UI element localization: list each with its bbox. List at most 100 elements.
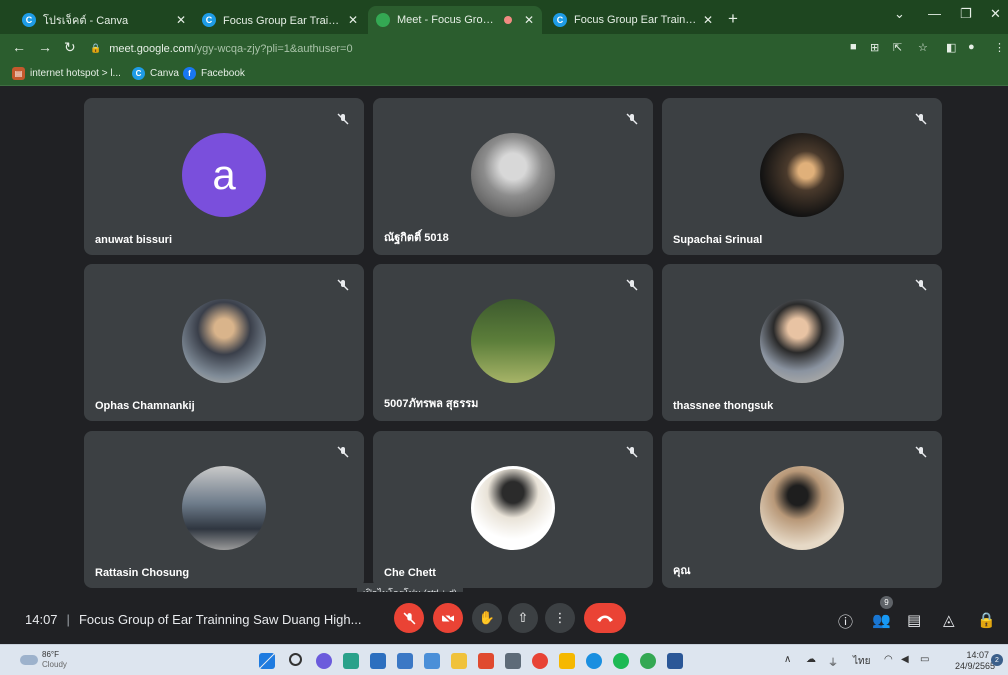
meet-stage: a anuwat bissuri ณัฐกิตติ์ 5018 Supachai… bbox=[0, 86, 1008, 631]
bookmark-hotspot[interactable]: ▤ internet hotspot > l... bbox=[12, 67, 121, 80]
office-icon[interactable] bbox=[478, 653, 494, 669]
activities-icon[interactable]: ◬ bbox=[943, 611, 955, 629]
host-controls-icon[interactable]: 🔒 bbox=[977, 611, 996, 629]
bookmarks-bar: ▤ internet hotspot > l... C Canva f Face… bbox=[0, 62, 1008, 86]
leave-call-button[interactable] bbox=[584, 603, 626, 633]
avatar-photo bbox=[471, 466, 555, 550]
url-field[interactable]: 🔒 meet.google.com /ygy-wcqa-zjy?pli=1&au… bbox=[90, 40, 830, 57]
back-button[interactable]: ← bbox=[12, 39, 26, 55]
tab-ear-training-doc[interactable]: C Focus Group Ear Trainning - งานน้ ✕ bbox=[194, 6, 366, 34]
tab-title: Meet - Focus Group of Ear T bbox=[397, 14, 498, 26]
participant-tile[interactable]: ณัฐกิตติ์ 5018 bbox=[373, 98, 653, 255]
kebab-icon: ⋮ bbox=[553, 610, 567, 625]
reload-button[interactable]: ↻ bbox=[64, 39, 76, 56]
participant-tile[interactable]: a anuwat bissuri bbox=[84, 98, 364, 255]
participant-tile[interactable]: Rattasin Chosung bbox=[84, 431, 364, 588]
participant-name: Supachai Srinual bbox=[673, 234, 763, 246]
tab-canva[interactable]: C โปรเจ็คต์ - Canva ✕ bbox=[14, 6, 194, 34]
widgets-icon[interactable] bbox=[343, 653, 359, 669]
camera-off-icon bbox=[441, 612, 454, 624]
hotspot-icon: ▤ bbox=[12, 67, 25, 80]
address-bar: ← → ↻ 🔒 meet.google.com /ygy-wcqa-zjy?pl… bbox=[0, 34, 1008, 62]
store-icon[interactable] bbox=[370, 653, 386, 669]
close-icon[interactable]: ✕ bbox=[176, 13, 186, 27]
wifi-icon[interactable]: ◠ bbox=[884, 654, 893, 665]
close-window-button[interactable]: ✕ bbox=[990, 6, 1001, 22]
close-icon[interactable]: ✕ bbox=[348, 13, 358, 27]
notification-badge[interactable]: 2 bbox=[991, 654, 1003, 666]
meet-icon bbox=[376, 13, 390, 27]
photos-icon[interactable] bbox=[424, 653, 440, 669]
chrome-profile-icon[interactable] bbox=[640, 653, 656, 669]
raise-hand-button[interactable]: ✋ bbox=[472, 603, 502, 633]
participant-tile[interactable]: Che Chett bbox=[373, 431, 653, 588]
menu-kebab-icon[interactable]: ⋮ bbox=[994, 41, 1005, 54]
translate-icon[interactable]: ⊞ bbox=[870, 41, 879, 54]
avatar-photo bbox=[760, 133, 844, 217]
participant-tile[interactable]: คุณ bbox=[662, 431, 942, 588]
weather-widget[interactable]: 86°F Cloudy bbox=[20, 650, 67, 670]
meeting-details-icon[interactable]: ⓘ bbox=[838, 611, 853, 632]
edge-icon[interactable] bbox=[586, 653, 602, 669]
bookmark-canva[interactable]: C Canva bbox=[132, 67, 179, 80]
tab-meet[interactable]: Meet - Focus Group of Ear T ✕ bbox=[368, 6, 542, 34]
word-icon[interactable] bbox=[667, 653, 683, 669]
teams-chat-icon[interactable] bbox=[316, 653, 332, 669]
usb-icon[interactable]: ⏚ bbox=[828, 654, 838, 669]
minimize-button[interactable]: — bbox=[928, 6, 941, 21]
mic-off-icon bbox=[332, 441, 354, 463]
mic-toggle-button[interactable] bbox=[394, 603, 424, 633]
participant-tile[interactable]: 5007ภัทรพล สุธรรม bbox=[373, 264, 653, 421]
tab-search-chevron-icon[interactable]: ⌄ bbox=[894, 6, 905, 22]
new-tab-button[interactable]: + bbox=[728, 9, 738, 29]
spotify-icon[interactable] bbox=[613, 653, 629, 669]
close-icon[interactable]: ✕ bbox=[524, 13, 534, 27]
volume-icon[interactable]: ◀ bbox=[901, 654, 909, 665]
battery-icon[interactable]: ▭ bbox=[920, 654, 929, 665]
canva-icon: C bbox=[132, 67, 145, 80]
participant-name: thassnee thongsuk bbox=[673, 400, 774, 412]
windows-start-icon[interactable] bbox=[259, 653, 275, 669]
input-language[interactable]: ไทย bbox=[853, 654, 870, 669]
taskbar-clock[interactable]: 14:07 24/9/2565 bbox=[955, 650, 996, 672]
browser-tab-strip: C โปรเจ็คต์ - Canva ✕ C Focus Group Ear … bbox=[0, 0, 1008, 34]
file-explorer-icon[interactable] bbox=[451, 653, 467, 669]
more-options-button[interactable]: ⋮ bbox=[545, 603, 575, 633]
bookmark-star-icon[interactable]: ☆ bbox=[918, 41, 928, 54]
meeting-title: Focus Group of Ear Trainning Saw Duang H… bbox=[78, 612, 362, 627]
tray-chevron-icon[interactable]: ∧ bbox=[784, 654, 791, 665]
camera-toggle-button[interactable] bbox=[433, 603, 463, 633]
chrome-icon[interactable] bbox=[532, 653, 548, 669]
tab-title: Focus Group Ear Trainning - งานน้ bbox=[223, 15, 342, 27]
present-screen-button[interactable]: ⇧ bbox=[508, 603, 538, 633]
canva-icon: C bbox=[202, 13, 216, 27]
canva-icon: C bbox=[22, 13, 36, 27]
people-icon[interactable]: 👥 bbox=[872, 611, 891, 629]
hang-up-icon bbox=[597, 615, 613, 622]
forward-button[interactable]: → bbox=[38, 39, 52, 55]
cloud-sync-icon[interactable]: ☁ bbox=[806, 654, 816, 665]
sticky-notes-icon[interactable] bbox=[559, 653, 575, 669]
participant-tile[interactable]: thassnee thongsuk bbox=[662, 264, 942, 421]
profile-avatar[interactable]: ● bbox=[968, 41, 975, 53]
tab-ear-training[interactable]: C Focus Group Ear Trainning ✕ bbox=[545, 6, 721, 34]
close-icon[interactable]: ✕ bbox=[703, 13, 713, 27]
clock-time: 14:07 bbox=[966, 650, 989, 660]
side-panel-icon[interactable]: ◧ bbox=[946, 41, 956, 54]
lock-icon: 🔒 bbox=[90, 43, 102, 53]
url-path: /ygy-wcqa-zjy?pli=1&authuser=0 bbox=[193, 42, 353, 55]
mail-icon[interactable] bbox=[397, 653, 413, 669]
bookmark-facebook[interactable]: f Facebook bbox=[183, 67, 245, 80]
share-icon[interactable]: ⇱ bbox=[893, 41, 902, 54]
chat-icon[interactable]: ▤ bbox=[907, 611, 921, 629]
camera-icon[interactable]: ■ bbox=[850, 41, 857, 53]
meeting-info: 14:07 | Focus Group of Ear Trainning Saw… bbox=[25, 612, 361, 627]
participant-tile[interactable]: Ophas Chamnankij bbox=[84, 264, 364, 421]
search-icon[interactable] bbox=[289, 653, 302, 666]
participant-tile[interactable]: Supachai Srinual bbox=[662, 98, 942, 255]
clock-date: 24/9/2565 bbox=[955, 661, 996, 671]
restore-button[interactable]: ❐ bbox=[960, 6, 972, 22]
mic-off-icon bbox=[403, 612, 415, 624]
app-icon[interactable] bbox=[505, 653, 521, 669]
participant-name: คุณ bbox=[673, 565, 691, 577]
